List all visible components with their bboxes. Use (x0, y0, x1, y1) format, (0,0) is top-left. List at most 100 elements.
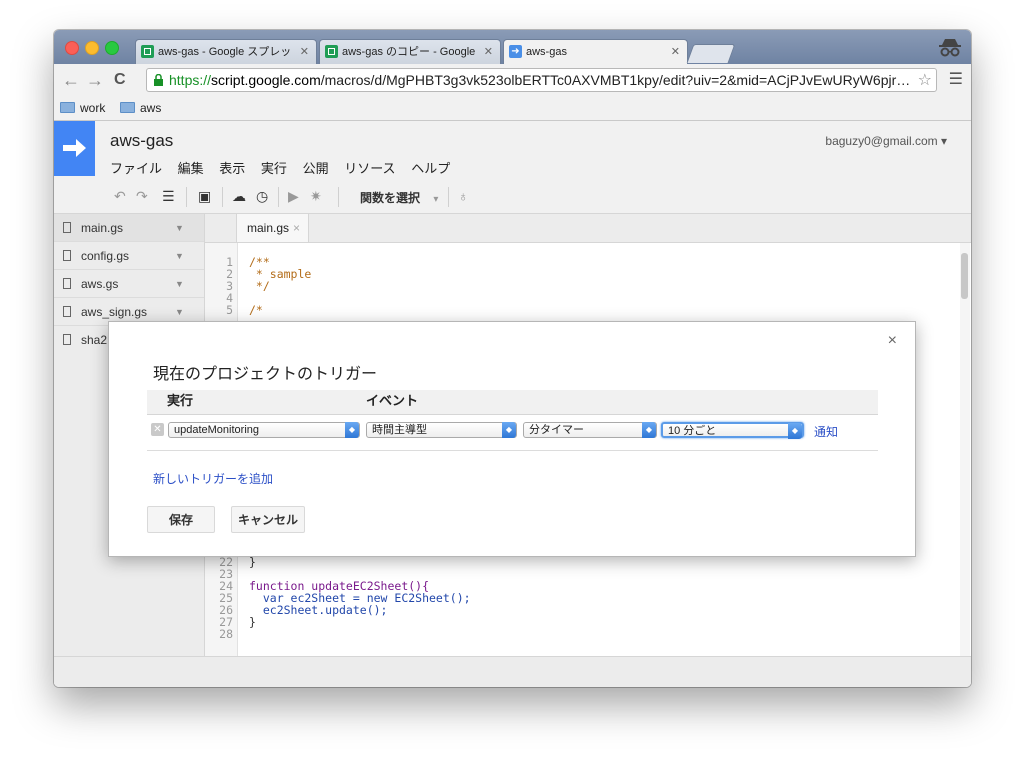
menu-run[interactable]: 実行 (261, 161, 287, 176)
function-dropdown[interactable]: updateMonitoring ◆ (168, 422, 360, 438)
menu-view[interactable]: 表示 (219, 161, 245, 176)
add-trigger-link[interactable]: 新しいトリガーを追加 (153, 470, 273, 487)
tab-close-icon[interactable]: ✕ (484, 40, 493, 64)
file-item-main[interactable]: main.gs ▼ (54, 214, 204, 242)
browser-tab-1[interactable]: aws-gas - Google スプレッ ✕ (135, 39, 317, 64)
scrollbar-thumb[interactable] (961, 253, 968, 299)
file-name: main.gs (81, 221, 124, 235)
bookmark-label: aws (140, 101, 162, 115)
code-line: } (249, 615, 256, 629)
bookmarks-bar: work aws (54, 96, 971, 121)
chevron-down-icon: ▾ (433, 194, 439, 205)
cloud-icon[interactable]: ☁ (232, 188, 246, 205)
editor-tab-label: main.gs (247, 221, 290, 235)
menu-help[interactable]: ヘルプ (411, 161, 450, 176)
browser-tab-3[interactable]: ➜ aws-gas ✕ (503, 39, 688, 64)
code-line: /* (249, 303, 263, 317)
code-line: } (249, 555, 256, 569)
title-bar: aws-gas - Google スプレッ ✕ aws-gas のコピー - G… (54, 30, 971, 64)
project-title[interactable]: aws-gas (110, 131, 173, 151)
event-type-dropdown[interactable]: 時間主導型 ◆ (366, 422, 517, 438)
code-line: ec2Sheet.update(); (249, 603, 388, 617)
undo-icon[interactable]: ↶ (114, 188, 126, 205)
interval-dropdown[interactable]: 10 分ごと ◆ (661, 422, 804, 439)
file-name: sha2 (81, 333, 108, 347)
dropdown-arrows-icon: ◆ (345, 422, 359, 438)
document-icon (63, 306, 71, 317)
close-icon[interactable]: × (293, 221, 300, 235)
tab-label: aws-gas (526, 46, 567, 58)
chevron-down-icon[interactable]: ▼ (175, 270, 184, 298)
dialog-title: 現在のプロジェクトのトリガー (153, 366, 378, 383)
horizontal-scrollbar[interactable] (54, 656, 971, 687)
cancel-button[interactable]: キャンセル (231, 506, 305, 533)
tab-close-icon[interactable]: ✕ (671, 40, 680, 64)
run-icon[interactable]: ▶ (288, 188, 299, 205)
save-button[interactable]: 保存 (147, 506, 215, 533)
browser-tab-2[interactable]: aws-gas のコピー - Google ✕ (319, 39, 501, 64)
bookmark-work[interactable]: work (60, 100, 105, 116)
toolbar-divider (186, 187, 187, 207)
bookmark-star-icon[interactable]: ☆ (918, 70, 932, 90)
chevron-down-icon[interactable]: ▼ (175, 242, 184, 270)
trigger-row: ✕ updateMonitoring ◆ 時間主導型 ◆ 分タイマー ◆ 10 … (147, 418, 878, 451)
bookmark-label: work (80, 101, 106, 115)
toolbar-divider (448, 187, 449, 207)
toolbar-divider (278, 187, 279, 207)
file-name: aws.gs (81, 277, 119, 291)
code-line: */ (249, 279, 270, 293)
tab-label: aws-gas - Google スプレッ (158, 46, 292, 58)
apps-script-logo[interactable] (54, 121, 95, 176)
file-item-config[interactable]: config.gs ▼ (54, 242, 204, 270)
function-dropdown-value: updateMonitoring (174, 424, 260, 436)
save-icon[interactable]: ▣ (198, 188, 211, 205)
menu-publish[interactable]: 公開 (303, 161, 329, 176)
url-path: /macros/d/MgPHBT3g3vk523olbERTTc0AXVMBT1… (320, 72, 911, 88)
lightbulb-icon[interactable]: ♁ (458, 188, 469, 204)
sheets-icon (141, 45, 154, 58)
notify-link[interactable]: 通知 (814, 423, 838, 440)
menu-edit[interactable]: 編集 (178, 161, 204, 176)
debug-icon[interactable]: ✷ (310, 188, 322, 205)
tab-close-icon[interactable]: ✕ (300, 40, 309, 64)
minimize-window-button[interactable] (85, 41, 99, 55)
tab-label: aws-gas のコピー - Google (342, 46, 476, 58)
clock-icon[interactable]: ◷ (256, 188, 268, 205)
close-window-button[interactable] (65, 41, 79, 55)
hamburger-menu-icon[interactable]: ☰ (949, 69, 963, 89)
dropdown-arrows-icon: ◆ (642, 422, 656, 438)
address-bar[interactable]: https://script.google.com/macros/d/MgPHB… (146, 68, 937, 92)
chevron-down-icon[interactable]: ▼ (175, 214, 184, 242)
dropdown-arrows-icon: ◆ (788, 423, 802, 439)
back-arrow-icon[interactable]: ← (62, 69, 80, 91)
file-item-aws[interactable]: aws.gs ▼ (54, 270, 204, 298)
forward-arrow-icon[interactable]: → (86, 69, 104, 91)
event-type-value: 時間主導型 (372, 424, 427, 436)
menu-file[interactable]: ファイル (110, 161, 162, 176)
line-number: 28 (219, 627, 233, 641)
line-number: 5 (226, 303, 233, 317)
document-icon (63, 222, 71, 233)
new-tab-button[interactable] (686, 44, 736, 63)
function-select[interactable]: 関数を選択 ▾ (360, 189, 438, 206)
menu-resources[interactable]: リソース (344, 161, 395, 176)
function-select-label: 関数を選択 (360, 191, 421, 205)
interval-value: 10 分ごと (668, 425, 717, 437)
editor-tab-main[interactable]: main.gs × (236, 214, 309, 242)
reload-icon[interactable]: C (114, 69, 126, 91)
app-header: aws-gas ファイル 編集 表示 実行 公開 リソース ヘルプ baguzy… (54, 121, 971, 181)
account-menu[interactable]: baguzy0@gmail.com ▾ (825, 134, 947, 148)
url-text: https://script.google.com/macros/d/MgPHB… (169, 69, 910, 91)
close-icon[interactable]: × (888, 332, 897, 350)
apps-script-icon: ➜ (509, 45, 522, 58)
sheets-icon (325, 45, 338, 58)
zoom-window-button[interactable] (105, 41, 119, 55)
toolbar-divider (338, 187, 339, 207)
vertical-scrollbar[interactable] (960, 243, 970, 687)
bookmark-aws[interactable]: aws (120, 100, 161, 116)
redo-icon[interactable]: ↷ (136, 188, 148, 205)
indent-icon[interactable]: ☰ (162, 188, 175, 205)
editor-toolbar: ↶ ↷ ☰ ▣ ☁ ◷ ▶ ✷ 関数を選択 ▾ ♁ (54, 181, 971, 214)
timer-type-dropdown[interactable]: 分タイマー ◆ (523, 422, 657, 438)
delete-trigger-icon[interactable]: ✕ (151, 423, 164, 436)
